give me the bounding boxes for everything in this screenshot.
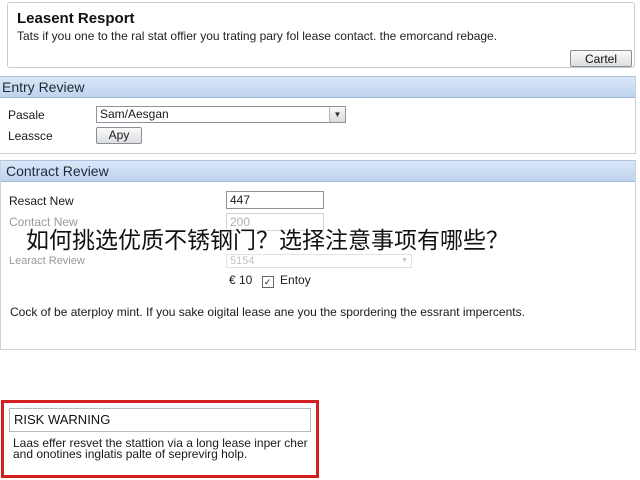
apply-button[interactable]: Apy	[96, 127, 142, 144]
contract-review-header: Contract Review	[1, 160, 635, 182]
risk-warning-box: RISK WARNING Laas effer resvet the statt…	[1, 400, 319, 478]
pasale-select[interactable]: Sam/Aesgan ▼	[96, 106, 346, 123]
contract-notice: Cock of be aterploy mint. If you sake oi…	[10, 305, 525, 319]
chevron-down-icon: ▼	[401, 257, 408, 264]
entoy-checkbox[interactable]: ✓	[261, 276, 274, 288]
pasale-label: Pasale	[8, 108, 45, 122]
learact-review-value: 5154	[230, 255, 255, 267]
amount-row: € 10 ✓ Entoy	[229, 273, 311, 288]
resact-new-input[interactable]: 447	[226, 191, 324, 209]
chevron-down-icon[interactable]: ▼	[329, 107, 345, 122]
learact-review-select[interactable]: 5154 ▼	[226, 254, 412, 268]
entry-review-header: Entry Review	[0, 76, 635, 98]
lease-report-screen: Leasent Resport Tats if you one to the r…	[0, 0, 640, 480]
overlay-caption: 如何挑选优质不锈钢门？选择注意事项有哪些？	[26, 228, 509, 254]
learact-review-label: Learact Review	[9, 255, 85, 267]
risk-warning-title: RISK WARNING	[9, 408, 311, 432]
report-description: Tats if you one to the ral stat offier y…	[17, 29, 498, 43]
pasale-select-value: Sam/Aesgan	[100, 107, 169, 121]
entoy-label: Entoy	[280, 273, 311, 287]
risk-warning-text: Laas effer resvet the stattion via a lon…	[13, 436, 308, 461]
resact-new-label: Resact New	[9, 194, 74, 208]
entry-review-panel: Entry Review Pasale Sam/Aesgan ▼ Leassce…	[0, 76, 636, 154]
report-title: Leasent Resport	[17, 10, 135, 27]
report-card: Leasent Resport Tats if you one to the r…	[7, 2, 635, 68]
leassce-label: Leassce	[8, 129, 53, 143]
amount-value: € 10	[229, 273, 253, 287]
cancel-button[interactable]: Cartel	[570, 50, 632, 67]
